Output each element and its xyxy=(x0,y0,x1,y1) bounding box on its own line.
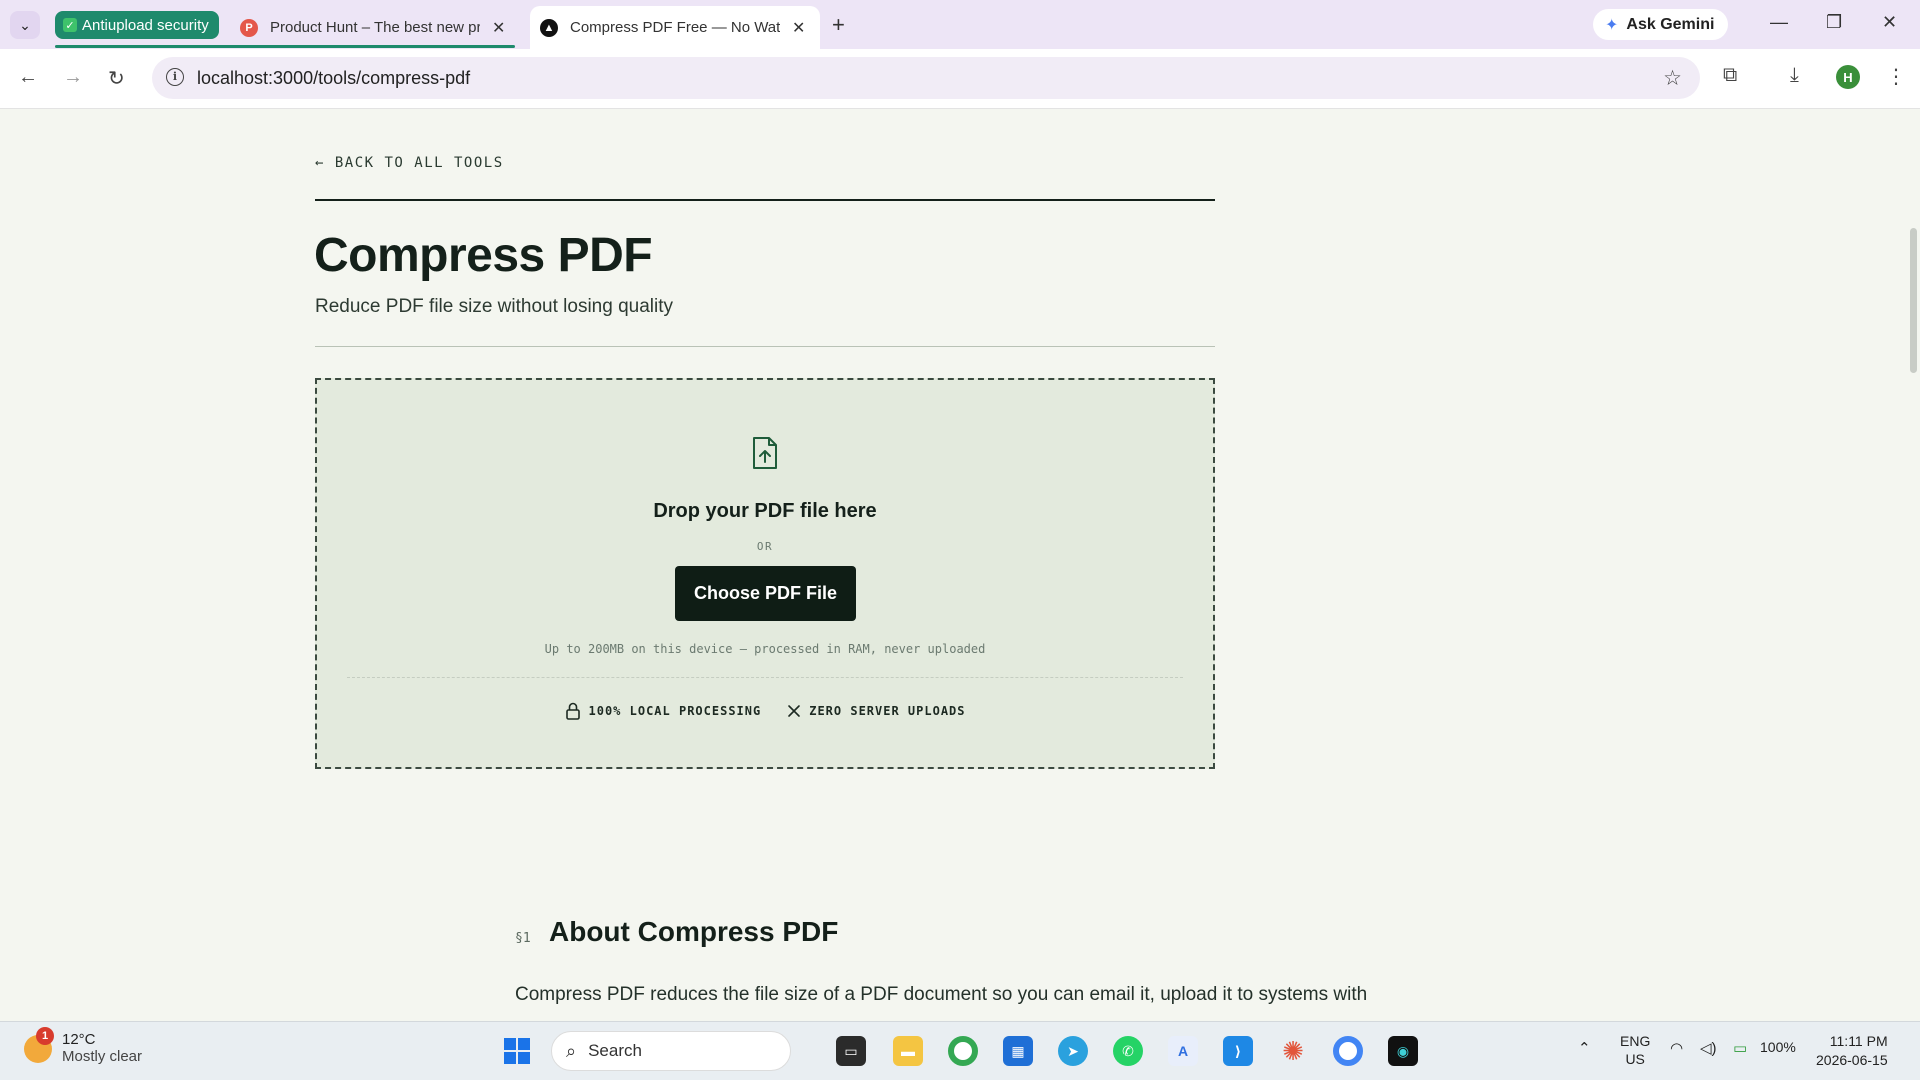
close-tab-icon[interactable]: ✕ xyxy=(792,18,805,38)
microsoft-store-icon[interactable]: ▦ xyxy=(1003,1036,1033,1066)
close-tab-icon[interactable]: ✕ xyxy=(492,18,505,38)
vscode-icon[interactable]: ⟩ xyxy=(1223,1036,1253,1066)
claude-icon[interactable]: ✺ xyxy=(1278,1036,1308,1066)
windows-start-icon[interactable] xyxy=(502,1036,532,1066)
reload-icon[interactable]: ↻ xyxy=(108,66,125,91)
chrome-profile-icon[interactable] xyxy=(1333,1036,1363,1066)
battery-icon[interactable]: ▭ xyxy=(1733,1039,1747,1057)
tab-title: Compress PDF Free — No Watermark xyxy=(570,19,780,36)
weather-alert-badge: 1 xyxy=(36,1027,54,1045)
clock-date: 2026-06-15 xyxy=(1816,1052,1888,1068)
section-title: About Compress PDF xyxy=(549,916,839,947)
back-arrow-icon[interactable]: ← xyxy=(18,66,38,89)
extensions-puzzle-icon[interactable]: ⧉ xyxy=(1723,64,1737,87)
windows-logo-icon xyxy=(504,1038,530,1064)
bookmark-star-icon[interactable]: ☆ xyxy=(1663,66,1682,91)
back-to-tools-link[interactable]: ← BACK TO ALL TOOLS xyxy=(315,155,504,171)
browser-toolbar: ← → ↻ i localhost:3000/tools/compress-pd… xyxy=(0,49,1920,109)
url-text[interactable]: localhost:3000/tools/compress-pdf xyxy=(197,68,470,89)
subtitle-divider xyxy=(315,346,1215,347)
gemini-sparkle-icon: ✦ xyxy=(1605,16,1619,34)
local-processing-badge: 100% LOCAL PROCESSING xyxy=(565,702,762,720)
wifi-icon[interactable]: ◠ xyxy=(1670,1039,1683,1057)
weather-sun-icon: 1 xyxy=(24,1027,54,1063)
zero-uploads-badge: ZERO SERVER UPLOADS xyxy=(787,702,965,720)
checkbox-icon: ✓ xyxy=(63,18,77,32)
close-window-icon[interactable]: ✕ xyxy=(1882,12,1897,33)
page-title: Compress PDF xyxy=(314,229,653,282)
x-icon xyxy=(788,705,801,717)
section-number: §1 xyxy=(515,931,531,946)
browser-tab-strip: ⌄ ✓ Antiupload security P Product Hunt –… xyxy=(0,0,1920,49)
weather-desc: Mostly clear xyxy=(62,1048,143,1065)
whatsapp-icon[interactable]: ✆ xyxy=(1113,1036,1143,1066)
windows-taskbar: 1 12°C Mostly clear ⌕ Search ▭ ▬ ▦ ➤ ✆ A… xyxy=(0,1021,1920,1080)
dropzone-title: Drop your PDF file here xyxy=(653,500,877,522)
local-processing-label: 100% LOCAL PROCESSING xyxy=(588,704,762,718)
dropzone-or: OR xyxy=(756,540,774,553)
file-upload-icon xyxy=(753,437,777,469)
minimize-icon[interactable]: — xyxy=(1770,12,1788,33)
privacy-badges: 100% LOCAL PROCESSING ZERO SERVER UPLOAD… xyxy=(317,702,1213,720)
site-info-icon[interactable]: i xyxy=(166,68,184,86)
tab-compress-pdf[interactable]: ▲ Compress PDF Free — No Watermark ✕ xyxy=(530,6,820,49)
dropzone-divider xyxy=(347,677,1183,678)
product-hunt-favicon-icon: P xyxy=(240,18,258,37)
clock-time: 11:11 PM xyxy=(1829,1033,1888,1049)
language-indicator[interactable]: ENG US xyxy=(1620,1032,1650,1068)
volume-icon[interactable]: ◁) xyxy=(1700,1039,1717,1057)
taskbar-search-label: Search xyxy=(588,1041,642,1060)
search-icon: ⌕ xyxy=(566,1040,577,1061)
weather-temp: 12°C xyxy=(62,1031,96,1048)
translate-icon[interactable]: A xyxy=(1168,1036,1198,1066)
lang-bottom: US xyxy=(1625,1051,1645,1067)
page-scrollbar[interactable] xyxy=(1910,228,1917,373)
zero-uploads-label: ZERO SERVER UPLOADS xyxy=(809,704,966,718)
taskbar-search[interactable]: ⌕ Search xyxy=(551,1031,791,1071)
new-tab-plus-icon[interactable]: + xyxy=(832,12,845,38)
app-icon[interactable]: ◉ xyxy=(1388,1036,1418,1066)
file-explorer-icon[interactable]: ▬ xyxy=(893,1036,923,1066)
page-subtitle: Reduce PDF file size without losing qual… xyxy=(315,296,674,317)
lock-icon xyxy=(565,702,580,720)
tab-search-chevron-icon[interactable]: ⌄ xyxy=(10,11,40,39)
chrome-icon[interactable] xyxy=(948,1036,978,1066)
weather-widget[interactable]: 1 12°C Mostly clear xyxy=(24,1027,143,1065)
choose-pdf-button[interactable]: Choose PDF File xyxy=(675,566,856,621)
forward-arrow-icon[interactable]: → xyxy=(63,66,83,89)
browser-menu-icon[interactable]: ⋮ xyxy=(1886,64,1906,89)
tab-title: Product Hunt – The best new products in … xyxy=(270,19,480,36)
header-divider xyxy=(315,199,1215,201)
tab-group-label: Antiupload security xyxy=(82,16,209,34)
ask-gemini-button[interactable]: ✦ Ask Gemini xyxy=(1593,9,1729,40)
page-content: ← BACK TO ALL TOOLS Compress PDF Reduce … xyxy=(0,110,1920,1080)
tab-group-chip[interactable]: ✓ Antiupload security xyxy=(55,11,219,39)
task-view-icon[interactable]: ▭ xyxy=(836,1036,866,1066)
tab-product-hunt[interactable]: P Product Hunt – The best new products i… xyxy=(240,6,515,49)
file-dropzone[interactable]: Drop your PDF file here OR Choose PDF Fi… xyxy=(315,378,1215,769)
dropzone-note: Up to 200MB on this device — processed i… xyxy=(544,642,986,656)
tray-chevron-icon[interactable]: ⌃ xyxy=(1578,1039,1591,1057)
restore-icon[interactable]: ❐ xyxy=(1826,12,1842,33)
battery-percent: 100% xyxy=(1760,1039,1796,1055)
address-bar[interactable]: i localhost:3000/tools/compress-pdf ☆ xyxy=(152,57,1700,99)
downloads-icon[interactable]: ⤓ xyxy=(1790,64,1799,87)
lang-top: ENG xyxy=(1620,1033,1651,1049)
profile-avatar[interactable]: H xyxy=(1836,65,1860,89)
taskbar-clock[interactable]: 11:11 PM 2026-06-15 xyxy=(1816,1032,1888,1070)
site-favicon-icon: ▲ xyxy=(540,18,558,37)
telegram-icon[interactable]: ➤ xyxy=(1058,1036,1088,1066)
ask-gemini-label: Ask Gemini xyxy=(1626,15,1715,33)
